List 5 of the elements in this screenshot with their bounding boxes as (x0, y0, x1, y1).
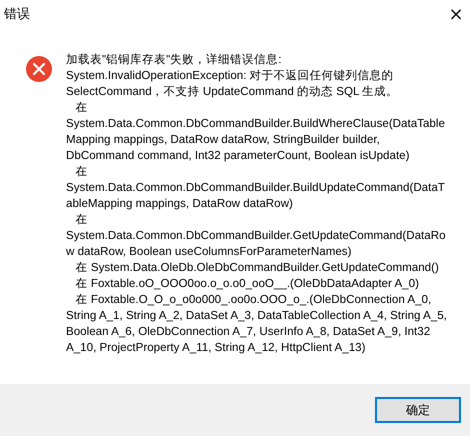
ok-button[interactable]: 确定 (375, 397, 461, 423)
error-message: 加载表"铝铜库存表"失败，详细错误信息: System.InvalidOperationException: 对于不返回任何键列信息的 SelectCommand，不支持 UpdateCommand 的动态 SQL 生成。 在 System.Data.Common.DbCommandBuilder.BuildWhereClause(DataTable Mapping mappings, DataRow dataRow, StringBuilder builder, DbCommand command, Int32 parameterCount, Boolean isUpdate) 在 System.Data.Common.DbCommandBuilder.BuildUpdateCommand(DataT ableMapping mappings, DataRow dataRow) 在 System.Data.Common.DbCommandBuilder.GetUpdateCommand(DataRo w dataRow, Boolean useColumnsForParameterNames) 在 System.Data.OleDb.OleDbCommandBuilder.GetUpdateCommand() 在 Foxtable.oO_OOO0oo.o_o.o0_ooO__.(OleDbDataAdapter A_0) 在 Foxtable.O_O_o_o0o000_.oo0o.OOO_o_.(OleDbConnection A_0, String A_1, String A_2, DataSet A_3, DataTableCollection A_4, String A_5, Boolean A_6, OleDbConnection A_7, UserInfo A_8, DataSet A_9, Int32 A_10, ProjectProperty A_11, String A_12, HttpClient A_13) (66, 52, 447, 356)
window-title: 错误 (4, 5, 30, 23)
close-button[interactable]: × (442, 0, 470, 28)
error-icon (26, 56, 52, 82)
